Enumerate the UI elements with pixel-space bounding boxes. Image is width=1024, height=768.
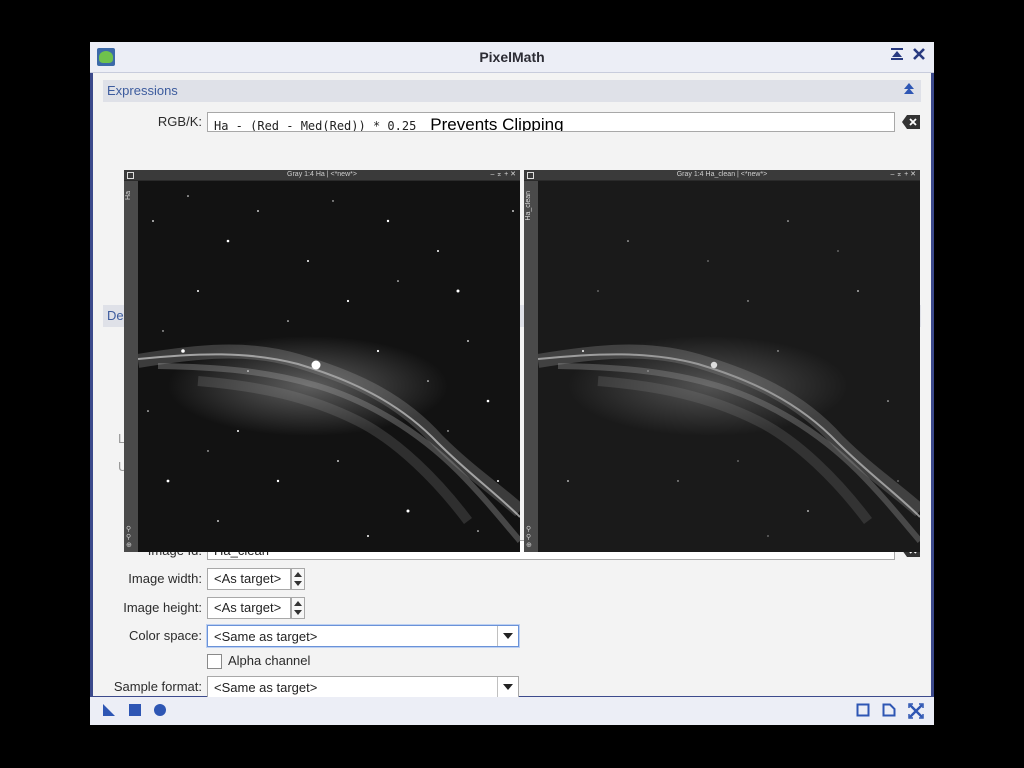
color-space-value: <Same as target> (214, 629, 318, 644)
prevents-clipping-annotation: Prevents Clipping (430, 115, 564, 132)
close-window-icon[interactable] (912, 47, 926, 65)
image-width-spinner[interactable] (291, 568, 305, 590)
collapse-up-icon[interactable] (903, 82, 915, 99)
chevron-down-icon[interactable] (497, 626, 518, 646)
rgbk-expression-text: Ha - (Red - Med(Red)) * 0.25 (214, 119, 417, 132)
image-window-controls[interactable]: – ⌅ + ✕ (890, 170, 916, 180)
image-height-spinner[interactable] (291, 597, 305, 619)
clear-expression-icon[interactable] (902, 115, 920, 129)
image-window-title-bar[interactable]: Gray 1:4 Ha_clean | <*new*> – ⌅ + ✕ (524, 170, 920, 181)
image-window-title-bar[interactable]: Gray 1:4 Ha | <*new*> – ⌅ + ✕ (124, 170, 520, 181)
image-window-ha-clean[interactable]: Gray 1:4 Ha_clean | <*new*> – ⌅ + ✕ Ha_c… (524, 170, 920, 552)
sample-format-label: Sample format: (113, 679, 202, 694)
edit-instance-icon[interactable] (882, 703, 896, 722)
expressions-header-label: Expressions (107, 83, 178, 98)
browse-documentation-icon[interactable] (856, 703, 870, 722)
color-space-label: Color space: (129, 628, 202, 643)
shade-window-icon[interactable] (890, 47, 904, 65)
alpha-channel-checkbox[interactable] (207, 654, 222, 669)
image-window-side-tab[interactable]: Ha ⚲ ⚲ ⊕ (124, 181, 138, 552)
title-bar[interactable]: PixelMath (90, 42, 934, 73)
image-window-side-tab[interactable]: Ha_clean ⚲ ⚲ ⊕ (524, 181, 538, 552)
image-window-controls[interactable]: – ⌅ + ✕ (490, 170, 516, 180)
image-window-title: Gray 1:4 Ha | <*new*> (287, 171, 357, 178)
nebula-image-ha-clean[interactable] (538, 181, 920, 552)
image-side-label: Ha (125, 191, 132, 200)
color-space-select[interactable]: <Same as target> (207, 625, 519, 647)
view-tools-icon[interactable]: ⚲ ⚲ ⊕ (126, 526, 132, 550)
image-width-label: Image width: (128, 571, 202, 586)
expressions-section-header[interactable]: Expressions (103, 80, 921, 102)
nebula-image-ha[interactable] (138, 181, 520, 552)
apply-icon[interactable] (128, 703, 142, 722)
pixelmath-window: PixelMath Expressions RGB/K: Ha - (Red -… (90, 42, 934, 725)
image-side-label: Ha_clean (525, 191, 532, 221)
new-instance-icon[interactable] (102, 703, 116, 722)
reset-icon[interactable] (908, 703, 924, 724)
rgbk-expression-input[interactable]: Ha - (Red - Med(Red)) * 0.25 Prevents Cli… (207, 112, 895, 132)
view-tools-icon[interactable]: ⚲ ⚲ ⊕ (526, 526, 532, 550)
chevron-down-icon[interactable] (497, 677, 518, 697)
image-height-input[interactable]: <As target> (207, 597, 291, 619)
bottom-toolbar (90, 697, 934, 725)
spin-down-icon[interactable] (294, 581, 302, 586)
dialog-body: Expressions RGB/K: Ha - (Red - Med(Red))… (93, 73, 931, 698)
image-height-label: Image height: (123, 600, 202, 615)
alpha-channel-label: Alpha channel (228, 653, 311, 668)
destination-header-label: De (107, 308, 124, 323)
spin-up-icon[interactable] (294, 572, 302, 577)
apply-global-icon[interactable] (153, 703, 167, 722)
image-width-input[interactable]: <As target> (207, 568, 291, 590)
window-title: PixelMath (479, 49, 545, 65)
sample-format-select[interactable]: <Same as target> (207, 676, 519, 698)
rgbk-label: RGB/K: (157, 114, 202, 129)
sample-format-value: <Same as target> (214, 680, 318, 695)
spin-up-icon[interactable] (294, 601, 302, 606)
image-window-ha[interactable]: Gray 1:4 Ha | <*new*> – ⌅ + ✕ Ha ⚲ ⚲ ⊕ (124, 170, 520, 552)
spin-down-icon[interactable] (294, 610, 302, 615)
image-window-title: Gray 1:4 Ha_clean | <*new*> (676, 171, 768, 178)
